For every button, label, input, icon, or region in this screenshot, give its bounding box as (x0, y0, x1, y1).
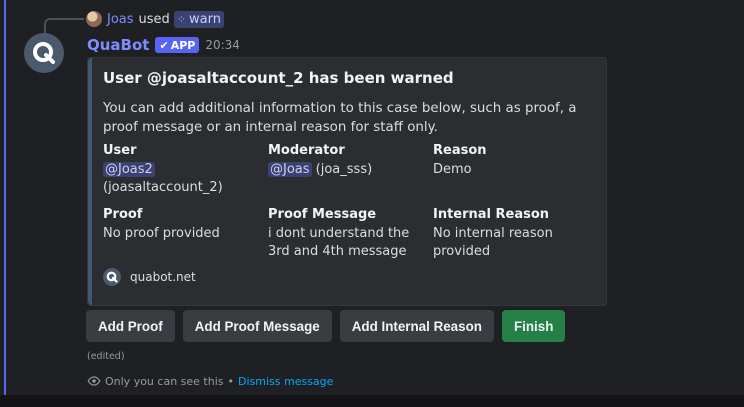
field-proof-message: Proof Message i dont understand the 3rd … (268, 206, 426, 261)
action-row: Add Proof Add Proof Message Add Internal… (86, 310, 566, 342)
field-internal-reason: Internal Reason No internal reason provi… (433, 206, 591, 261)
chat-window: Joas used ⁘ warn QuaBot ✔ APP 20:34 User… (0, 0, 744, 395)
field-value: No internal reason provided (433, 226, 553, 259)
field-name: Proof Message (268, 207, 377, 222)
field-value: No proof provided (103, 226, 220, 241)
field-user: User @Joas2 (joasaltaccount_2) (103, 142, 261, 197)
grid-icon: ⁘ (176, 12, 187, 26)
field-reason: Reason Demo (433, 142, 591, 179)
embed-footer-text: quabot.net (130, 270, 196, 284)
reply-used-text: used (138, 11, 170, 27)
app-badge-label: APP (170, 38, 196, 52)
ephemeral-text: Only you can see this (105, 374, 224, 388)
add-proof-button[interactable]: Add Proof (86, 310, 175, 342)
quabot-logo-icon (106, 271, 118, 283)
command-name[interactable]: ⁘ warn (173, 10, 224, 28)
eye-icon (87, 376, 101, 386)
field-name: Proof (103, 207, 143, 222)
bot-name[interactable]: QuaBot (87, 36, 149, 54)
add-proof-message-button[interactable]: Add Proof Message (182, 310, 332, 342)
field-name: Internal Reason (433, 207, 550, 222)
command-label: warn (189, 11, 221, 27)
embed-accent-bar (88, 58, 92, 305)
separator-dot: • (227, 374, 235, 388)
field-name: User (103, 143, 137, 158)
moderator-tag: (joa_sss) (315, 162, 373, 177)
embed-title: User @joasaltaccount_2 has been warned (103, 69, 454, 87)
user-avatar[interactable] (86, 11, 102, 27)
user-mention[interactable]: @Joas2 (103, 162, 155, 177)
field-value: @Joas2 (joasaltaccount_2) (103, 161, 261, 197)
field-proof: Proof No proof provided (103, 206, 261, 243)
field-name: Reason (433, 143, 487, 158)
field-value: Demo (433, 162, 472, 177)
reply-connector-line (44, 18, 84, 34)
message-timestamp[interactable]: 20:34 (205, 38, 240, 52)
quabot-logo-icon (33, 42, 55, 64)
message-header: QuaBot ✔ APP 20:34 (87, 35, 240, 55)
user-tag: (joasaltaccount_2) (103, 180, 223, 195)
edited-label: (edited) (87, 351, 125, 362)
ephemeral-notice: Only you can see this • Dismiss message (87, 374, 333, 388)
finish-button[interactable]: Finish (501, 310, 566, 342)
message-highlight-bar (4, 0, 6, 395)
embed-description: You can add additional information to th… (103, 101, 577, 135)
bot-avatar[interactable] (24, 33, 64, 73)
add-internal-reason-button[interactable]: Add Internal Reason (339, 310, 494, 342)
embed-card: User @joasaltaccount_2 has been warned Y… (87, 57, 607, 306)
bottom-strip (0, 395, 744, 407)
field-moderator: Moderator @Joas (joa_sss) (268, 142, 426, 179)
moderator-mention[interactable]: @Joas (268, 162, 312, 177)
embed-footer: quabot.net (103, 268, 196, 286)
field-value: @Joas (joa_sss) (268, 161, 426, 179)
command-reply-context[interactable]: Joas used ⁘ warn (86, 10, 224, 28)
quabot-footer-icon (103, 268, 121, 286)
field-name: Moderator (268, 143, 345, 158)
app-badge: ✔ APP (155, 37, 200, 53)
reply-username[interactable]: Joas (107, 12, 134, 27)
checkmark-icon: ✔ (159, 38, 169, 52)
field-value: i dont understand the 3rd and 4th messag… (268, 226, 410, 259)
dismiss-message-link[interactable]: Dismiss message (238, 375, 333, 388)
